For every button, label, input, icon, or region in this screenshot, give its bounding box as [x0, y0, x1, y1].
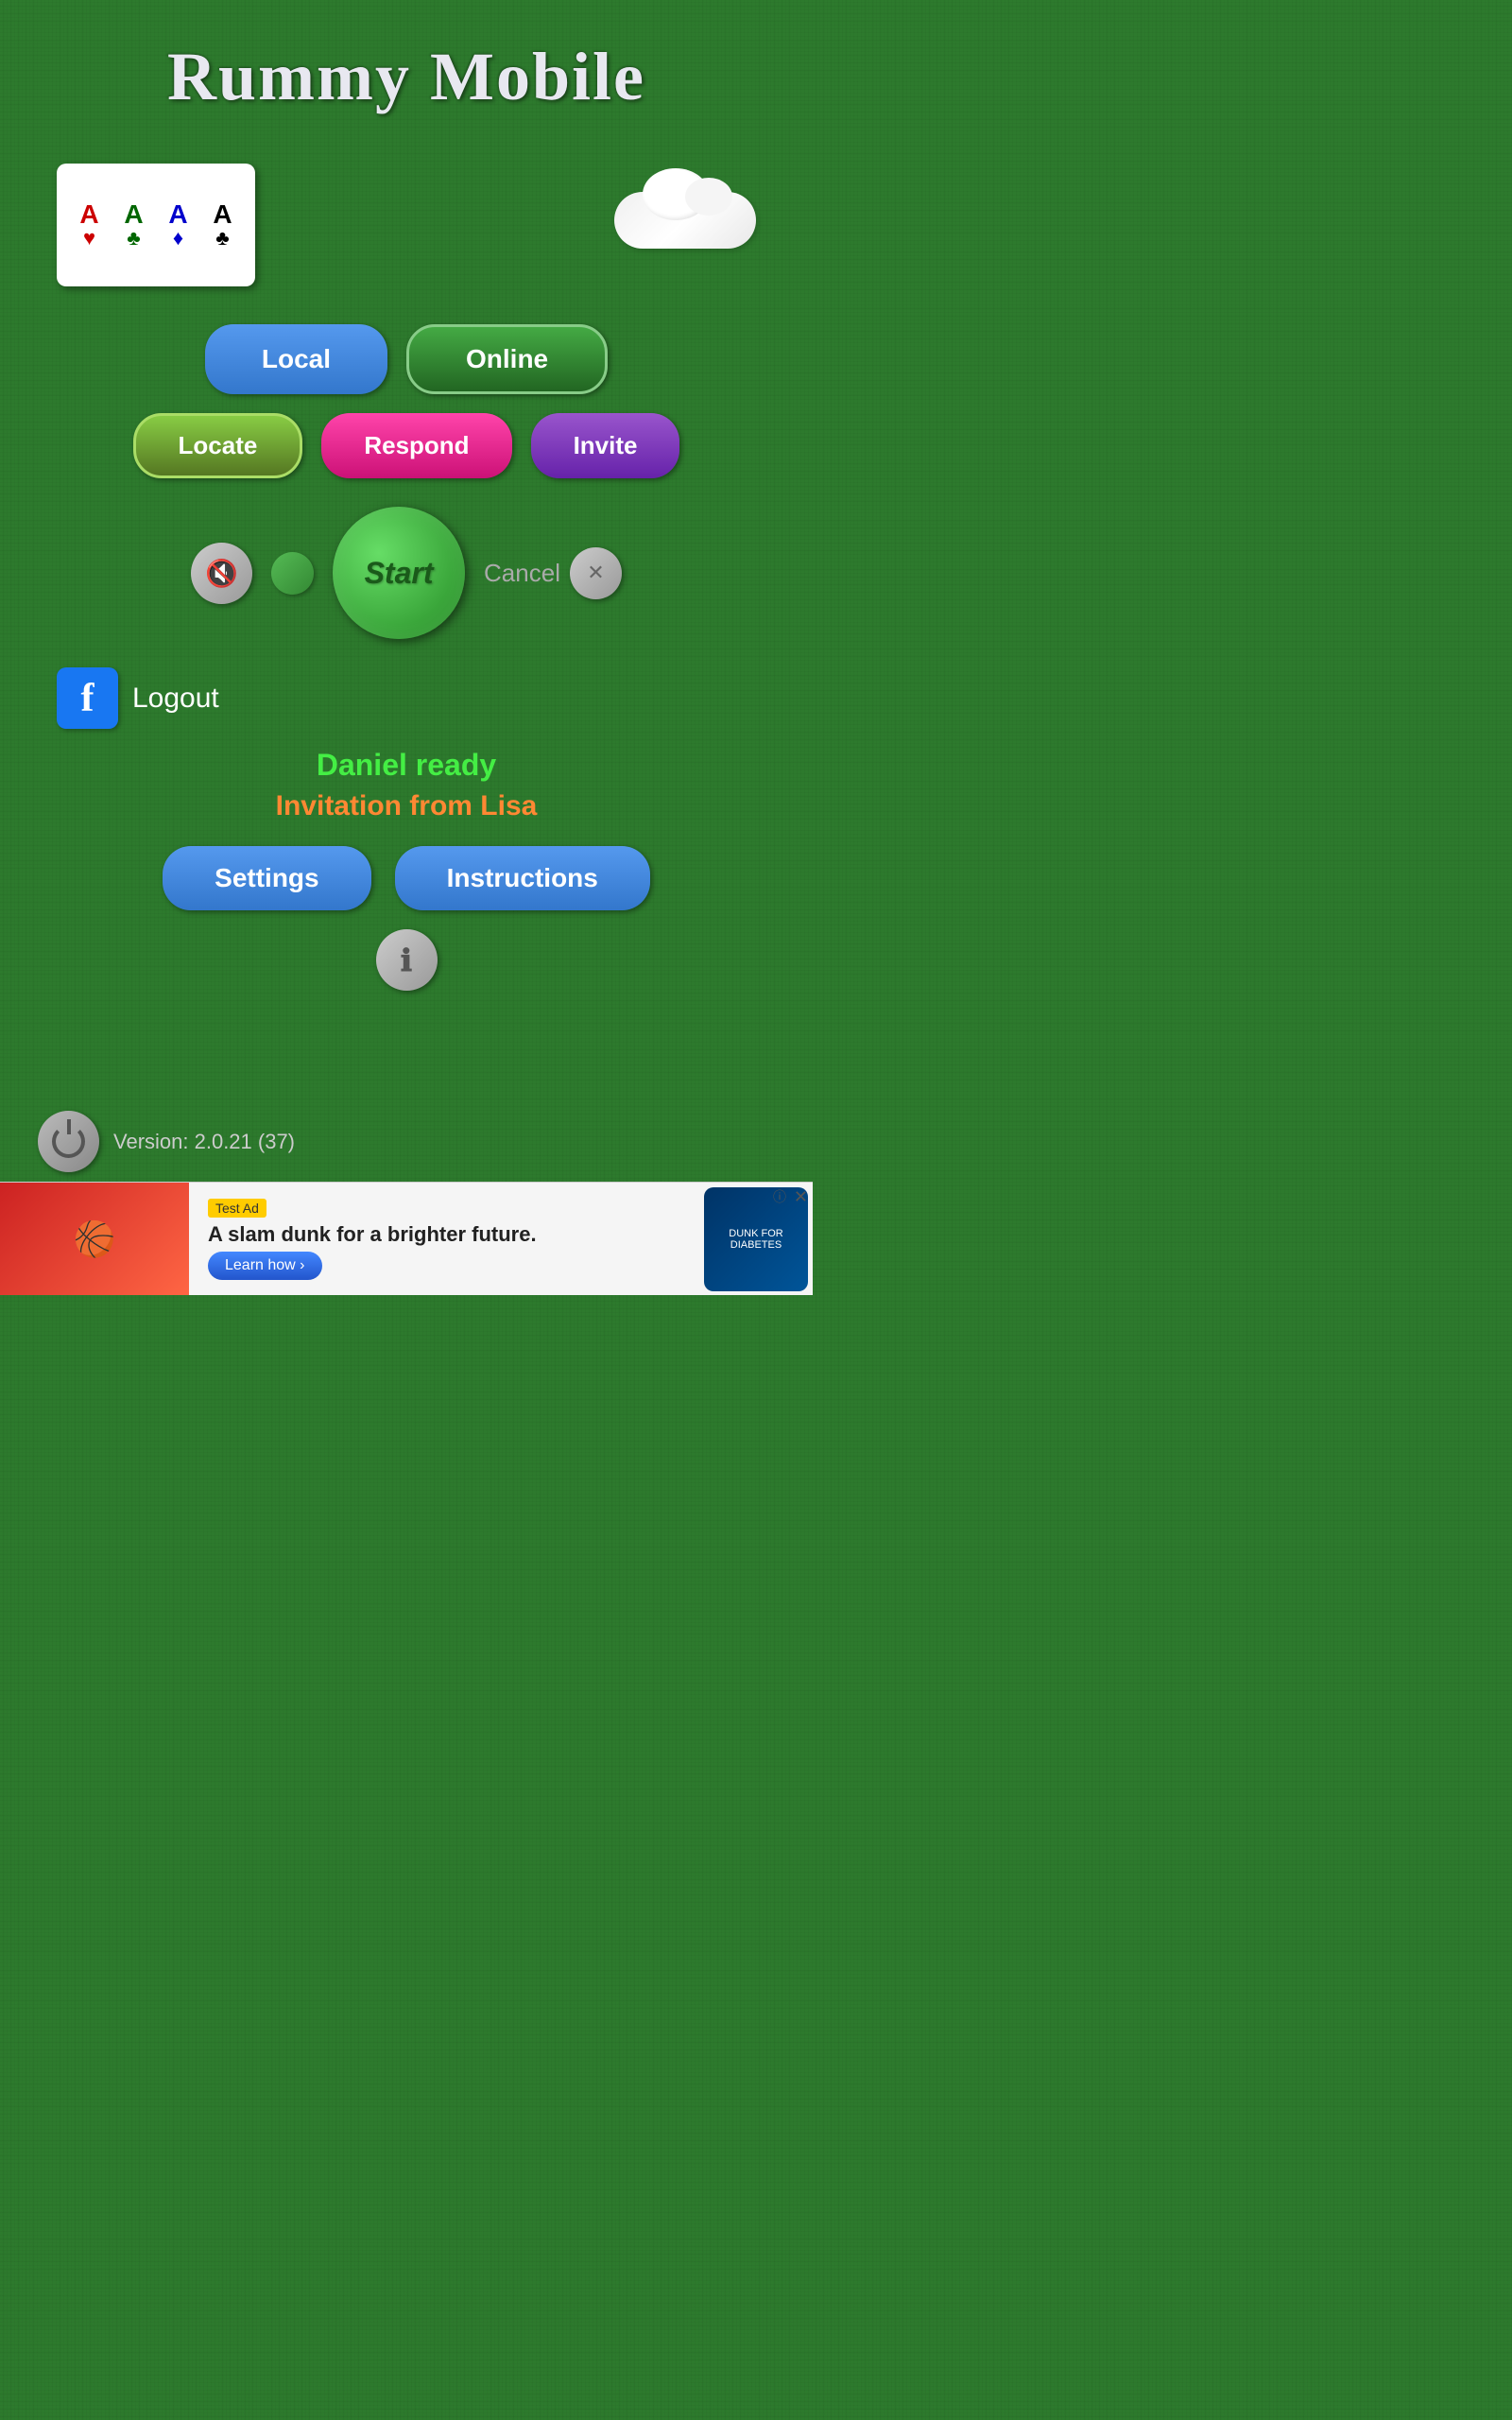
ad-logo: DUNK FOR DIABETES — [704, 1187, 808, 1291]
instructions-button[interactable]: Instructions — [395, 846, 650, 910]
small-indicator-dot — [271, 552, 314, 595]
mute-button[interactable]: 🔇 — [191, 543, 252, 604]
settings-button[interactable]: Settings — [163, 846, 370, 910]
game-controls: 🔇 Start Cancel ✕ — [0, 507, 813, 639]
power-icon — [52, 1125, 85, 1158]
invite-button[interactable]: Invite — [531, 413, 680, 478]
app-title: Rummy Mobile — [0, 0, 813, 135]
card-ace-clubs-black: A ♣ — [204, 201, 241, 249]
status-area: Daniel ready Invitation from Lisa — [0, 748, 813, 822]
locate-button[interactable]: Locate — [133, 413, 303, 478]
local-button[interactable]: Local — [205, 324, 387, 394]
ad-content: Test Ad A slam dunk for a brighter futur… — [189, 1189, 699, 1289]
cards-section: A ♥ A ♣ A ♦ A ♣ — [0, 135, 813, 305]
network-buttons: Locate Respond Invite — [0, 413, 813, 478]
ad-cta-button[interactable]: Learn how › — [208, 1252, 322, 1280]
mute-icon: 🔇 — [205, 558, 238, 589]
social-row: f Logout — [0, 658, 813, 738]
cancel-x-icon: ✕ — [587, 561, 604, 585]
action-buttons: Settings Instructions — [0, 846, 813, 910]
cancel-area: Cancel ✕ — [484, 547, 622, 599]
version-label: Version: 2.0.21 (37) — [113, 1130, 295, 1154]
respond-button[interactable]: Respond — [321, 413, 511, 478]
invitation-status: Invitation from Lisa — [0, 790, 813, 822]
ad-image: 🏀 — [0, 1183, 189, 1296]
ad-info-icon[interactable]: ⓘ — [773, 1187, 786, 1206]
cancel-label: Cancel — [484, 559, 560, 588]
start-button[interactable]: Start — [333, 507, 465, 639]
facebook-icon[interactable]: f — [57, 667, 118, 729]
cancel-button[interactable]: ✕ — [570, 547, 622, 599]
ad-banner: 🏀 Test Ad A slam dunk for a brighter fut… — [0, 1182, 813, 1295]
game-mode-buttons: Local Online — [0, 324, 813, 394]
power-button[interactable] — [38, 1111, 99, 1172]
player-ready-status: Daniel ready — [0, 748, 813, 783]
online-button[interactable]: Online — [406, 324, 608, 394]
cloud-icon — [614, 192, 756, 258]
ad-label: Test Ad — [208, 1199, 266, 1218]
ad-jersey-icon: 🏀 — [74, 1219, 116, 1259]
card-ace-clubs-green: A ♣ — [115, 201, 152, 249]
card-hand: A ♥ A ♣ A ♦ A ♣ — [57, 164, 255, 286]
ad-logo-text: DUNK FOR DIABETES — [709, 1228, 803, 1251]
bottom-area: Version: 2.0.21 (37) — [38, 1111, 295, 1172]
logout-button[interactable]: Logout — [132, 683, 219, 715]
ad-close-button[interactable]: ✕ — [794, 1187, 808, 1207]
card-ace-diamonds: A ♦ — [160, 201, 197, 249]
info-button[interactable]: ℹ — [376, 929, 438, 991]
ad-headline: A slam dunk for a brighter future. — [208, 1222, 680, 1247]
card-ace-hearts: A ♥ — [71, 201, 108, 249]
